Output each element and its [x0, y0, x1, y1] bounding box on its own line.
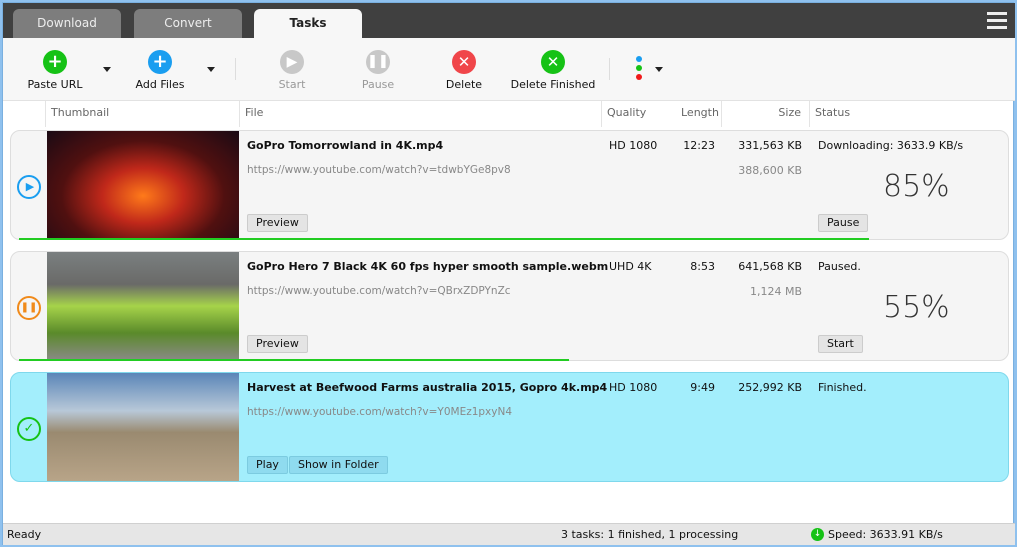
- file-url: https://www.youtube.com/watch?v=QBrxZDPY…: [247, 285, 511, 297]
- pause-button[interactable]: Pause: [818, 214, 869, 232]
- separator: [609, 58, 610, 80]
- check-status-icon: ✓: [17, 417, 41, 441]
- status-text: Finished.: [818, 381, 867, 394]
- play-status-icon[interactable]: ▶: [17, 175, 41, 199]
- preview-button[interactable]: Preview: [247, 335, 308, 353]
- add-files-dropdown-icon[interactable]: [207, 67, 215, 72]
- col-file[interactable]: File: [239, 101, 601, 127]
- speed-readout: Speed: 3633.91 KB/s: [828, 528, 943, 541]
- pause-button[interactable]: ❚❚ Pause: [351, 50, 405, 91]
- percent-label: 85%: [883, 169, 950, 204]
- quality: UHD 4K: [609, 260, 652, 273]
- length: 8:53: [690, 260, 715, 273]
- status-ready: Ready: [7, 528, 42, 541]
- total-size: 388,600 KB: [738, 164, 802, 177]
- col-length[interactable]: Length: [663, 101, 721, 127]
- file-name: GoPro Tomorrowland in 4K.mp4: [247, 139, 444, 152]
- delete-button[interactable]: ✕ Delete: [439, 50, 489, 91]
- tab-download[interactable]: Download: [13, 9, 121, 38]
- app-window: Download Convert Tasks + Paste URL + Add…: [2, 2, 1015, 545]
- tab-convert[interactable]: Convert: [134, 9, 242, 38]
- paste-url-dropdown-icon[interactable]: [103, 67, 111, 72]
- col-thumbnail[interactable]: Thumbnail: [45, 101, 239, 127]
- play-button[interactable]: Play: [247, 456, 288, 474]
- file-url: https://www.youtube.com/watch?v=Y0MEz1px…: [247, 406, 513, 418]
- percent-label: 55%: [883, 290, 950, 325]
- add-files-label: Add Files: [135, 78, 185, 91]
- start-button[interactable]: ▶ Start: [265, 50, 319, 91]
- task-row[interactable]: ▶ GoPro Tomorrowland in 4K.mp4 https://w…: [10, 130, 1009, 240]
- color-filter-icon[interactable]: [636, 56, 642, 83]
- thumbnail-image: [47, 373, 239, 481]
- pause-status-icon[interactable]: ❚❚: [17, 296, 41, 320]
- quality: HD 1080: [609, 381, 658, 394]
- col-size[interactable]: Size: [721, 101, 807, 127]
- hamburger-menu-icon[interactable]: [987, 12, 1007, 30]
- delete-label: Delete: [445, 78, 483, 91]
- delete-finished-button[interactable]: ✕ Delete Finished: [508, 50, 598, 91]
- thumbnail-image: [47, 252, 239, 360]
- pause-label: Pause: [361, 78, 395, 91]
- task-row[interactable]: ✓ Harvest at Beefwood Farms australia 20…: [10, 372, 1009, 482]
- plus-icon: +: [148, 50, 172, 74]
- delete-finished-label: Delete Finished: [510, 78, 596, 91]
- thumbnail-image: [47, 131, 239, 239]
- task-summary: 3 tasks: 1 finished, 1 processing: [561, 528, 739, 541]
- length: 9:49: [690, 381, 715, 394]
- start-label: Start: [278, 78, 306, 91]
- start-button[interactable]: Start: [818, 335, 863, 353]
- plus-icon: +: [43, 50, 67, 74]
- col-status[interactable]: Status: [809, 101, 1009, 127]
- progress-bar: [19, 238, 869, 240]
- file-size: 252,992 KB: [738, 381, 802, 394]
- downloaded-size: 331,563 KB: [738, 139, 802, 152]
- file-name: GoPro Hero 7 Black 4K 60 fps hyper smoot…: [247, 260, 609, 273]
- progress-bar: [19, 359, 569, 361]
- col-quality[interactable]: Quality: [601, 101, 663, 127]
- status-text: Paused.: [818, 260, 861, 273]
- total-size: 1,124 MB: [749, 285, 802, 298]
- play-icon: ▶: [280, 50, 304, 74]
- column-header: Thumbnail File Quality Length Size Statu…: [3, 101, 1015, 127]
- preview-button[interactable]: Preview: [247, 214, 308, 232]
- filter-dropdown-icon[interactable]: [655, 67, 663, 72]
- file-name: Harvest at Beefwood Farms australia 2015…: [247, 381, 608, 394]
- x-icon: ✕: [452, 50, 476, 74]
- length: 12:23: [683, 139, 715, 152]
- paste-url-button[interactable]: + Paste URL: [25, 50, 85, 91]
- downloaded-size: 641,568 KB: [738, 260, 802, 273]
- toolbar: + Paste URL + Add Files ▶ Start ❚❚ Pause…: [3, 38, 1015, 101]
- tab-tasks[interactable]: Tasks: [254, 9, 362, 38]
- status-bar: Ready 3 tasks: 1 finished, 1 processing …: [3, 523, 1015, 545]
- separator: [235, 58, 236, 80]
- file-url: https://www.youtube.com/watch?v=tdwbYGe8…: [247, 164, 511, 176]
- pause-icon: ❚❚: [366, 50, 390, 74]
- status-text: Downloading: 3633.9 KB/s: [818, 139, 964, 152]
- show-in-folder-button[interactable]: Show in Folder: [289, 456, 388, 474]
- task-row[interactable]: ❚❚ GoPro Hero 7 Black 4K 60 fps hyper sm…: [10, 251, 1009, 361]
- add-files-button[interactable]: + Add Files: [130, 50, 190, 91]
- paste-url-label: Paste URL: [27, 78, 83, 91]
- tab-bar: Download Convert Tasks: [3, 3, 1015, 38]
- x-icon: ✕: [541, 50, 565, 74]
- download-speed-icon: ↓: [811, 528, 824, 541]
- quality: HD 1080: [609, 139, 658, 152]
